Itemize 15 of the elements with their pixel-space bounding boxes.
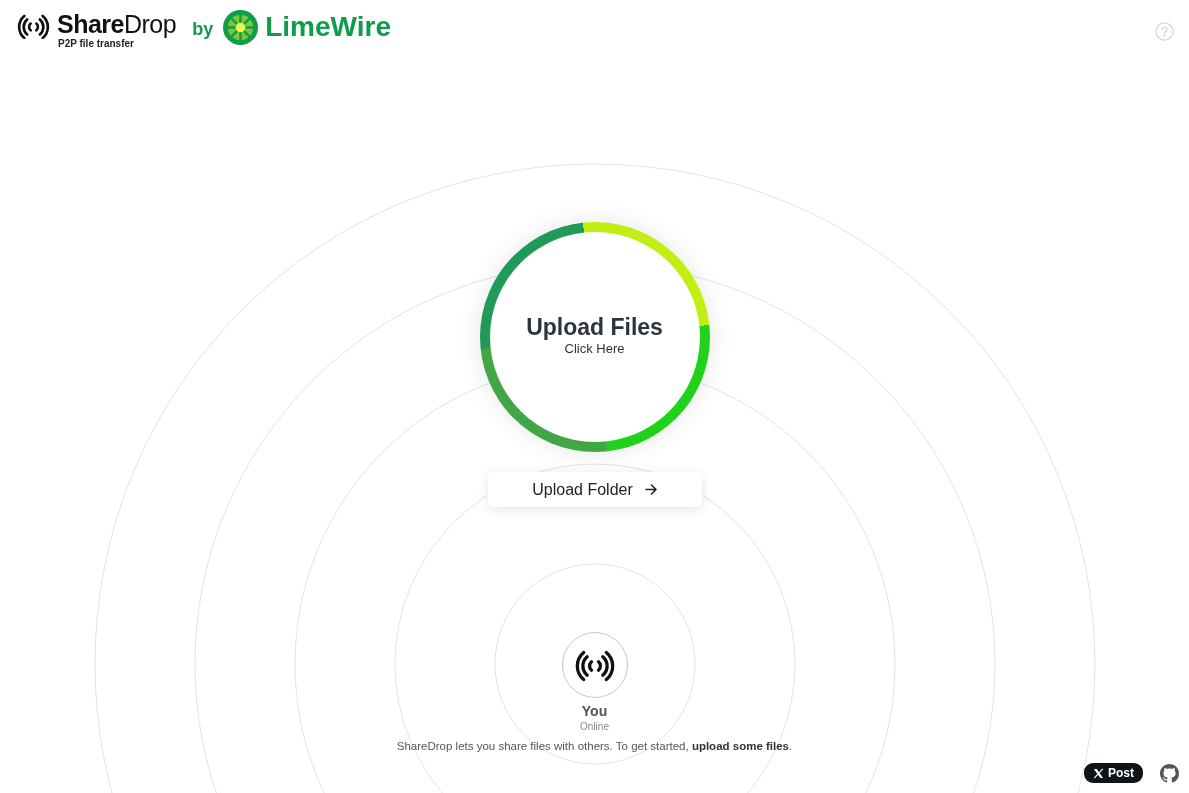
post-button[interactable]: Post: [1084, 763, 1143, 783]
peer-status: Online: [580, 720, 609, 734]
logo-wordmark: ShareDrop: [57, 10, 177, 38]
lime-slice-icon: [223, 10, 259, 45]
peer-name: You: [581, 702, 608, 720]
intro-text: ShareDrop lets you share files with others. To get started, upload some files.: [396, 739, 793, 754]
partner-wordmark: LimeWire: [265, 10, 391, 44]
arrow-right-icon: [644, 484, 657, 495]
broadcast-icon: [15, 14, 52, 39]
upload-files-button[interactable]: Upload Files Click Here: [479, 222, 710, 452]
upload-folder-button[interactable]: Upload Folder: [487, 472, 702, 507]
logo-tagline: P2P file transfer: [58, 38, 134, 50]
cat-logo-icon[interactable]: [1160, 763, 1179, 783]
by-label: by: [192, 18, 214, 40]
x-mark-icon: [1093, 767, 1104, 779]
